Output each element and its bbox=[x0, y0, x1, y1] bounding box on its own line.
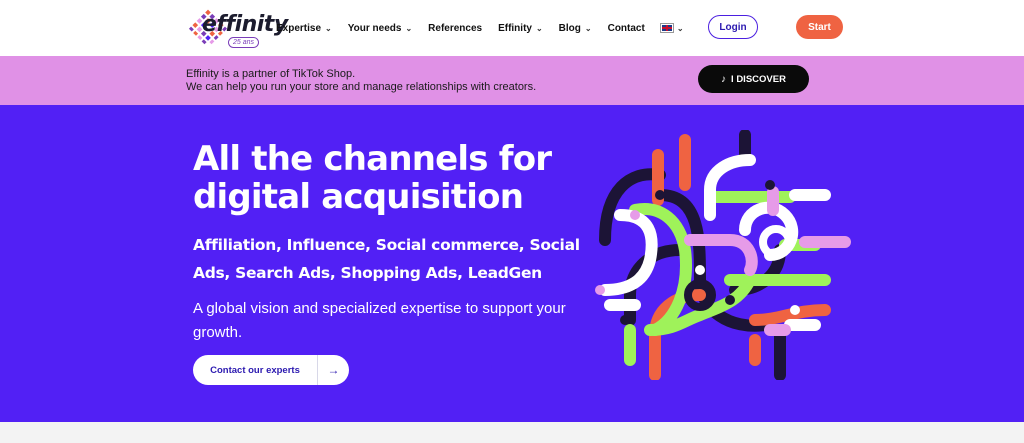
banner-text: Effinity is a partner of TikTok Shop. We… bbox=[186, 68, 536, 94]
menu-label: Blog bbox=[558, 22, 581, 34]
hero-title-line-1: All the channels for bbox=[193, 139, 552, 179]
chevron-down-icon: ⌄ bbox=[325, 23, 332, 33]
hero-section: All the channels for digital acquisition… bbox=[0, 105, 1024, 422]
logo-wordmark: effinity bbox=[202, 12, 288, 37]
menu-label: Your needs bbox=[347, 22, 402, 34]
effinity-logo[interactable]: effinity 25 ans bbox=[186, 6, 288, 50]
channels-illustration bbox=[595, 130, 851, 380]
hero-description: A global vision and specialized expertis… bbox=[193, 300, 566, 341]
login-button[interactable]: Login bbox=[708, 15, 758, 39]
menu-item-your-needs[interactable]: Your needs ⌄ bbox=[348, 23, 412, 34]
uk-flag-icon bbox=[659, 23, 674, 33]
banner-line-1: Effinity is a partner of TikTok Shop. bbox=[186, 68, 356, 80]
discover-button-label: I DISCOVER bbox=[731, 73, 786, 85]
menu-label: References bbox=[428, 22, 483, 34]
start-button[interactable]: Start bbox=[796, 15, 843, 39]
menu-item-expertise[interactable]: Expertise ⌄ bbox=[276, 23, 332, 34]
menu-item-blog[interactable]: Blog ⌄ bbox=[559, 23, 592, 34]
arrow-right-icon: → bbox=[327, 363, 340, 377]
menu-label: Contact bbox=[607, 22, 645, 34]
logo-anniversary-badge: 25 ans bbox=[228, 37, 260, 48]
chevron-down-icon: ⌄ bbox=[405, 23, 413, 33]
language-selector[interactable]: ⌄ bbox=[659, 23, 684, 33]
discover-button[interactable]: ♪ I DISCOVER bbox=[698, 65, 809, 93]
hero-title-line-2: digital acquisition bbox=[193, 177, 524, 217]
hero-title: All the channels for digital acquisition bbox=[193, 140, 593, 216]
menu-item-contact[interactable]: Contact bbox=[608, 23, 645, 34]
hero-subtitle: Affiliation, Influence, Social commerce,… bbox=[193, 236, 580, 282]
page-footer-band bbox=[0, 422, 1024, 443]
chevron-down-icon: ⌄ bbox=[535, 23, 543, 33]
tiktok-icon: ♪ bbox=[721, 73, 727, 85]
chevron-down-icon: ⌄ bbox=[584, 23, 592, 33]
banner-line-2: We can help you run your store and manag… bbox=[186, 81, 537, 93]
menu-label: Effinity bbox=[498, 22, 532, 34]
cta-label: Contact our experts bbox=[210, 364, 300, 376]
top-navbar: effinity 25 ans Expertise ⌄ Your needs ⌄ R… bbox=[0, 0, 1024, 56]
menu-item-references[interactable]: References bbox=[428, 23, 482, 34]
menu-item-effinity[interactable]: Effinity ⌄ bbox=[498, 23, 543, 34]
menu-label: Expertise bbox=[276, 22, 322, 34]
tiktok-partner-banner: Effinity is a partner of TikTok Shop. We… bbox=[0, 56, 1024, 105]
main-menu: Expertise ⌄ Your needs ⌄ References Effini… bbox=[276, 0, 700, 56]
contact-experts-button[interactable]: Contact our experts → bbox=[193, 355, 349, 385]
chevron-down-icon: ⌄ bbox=[676, 23, 684, 33]
